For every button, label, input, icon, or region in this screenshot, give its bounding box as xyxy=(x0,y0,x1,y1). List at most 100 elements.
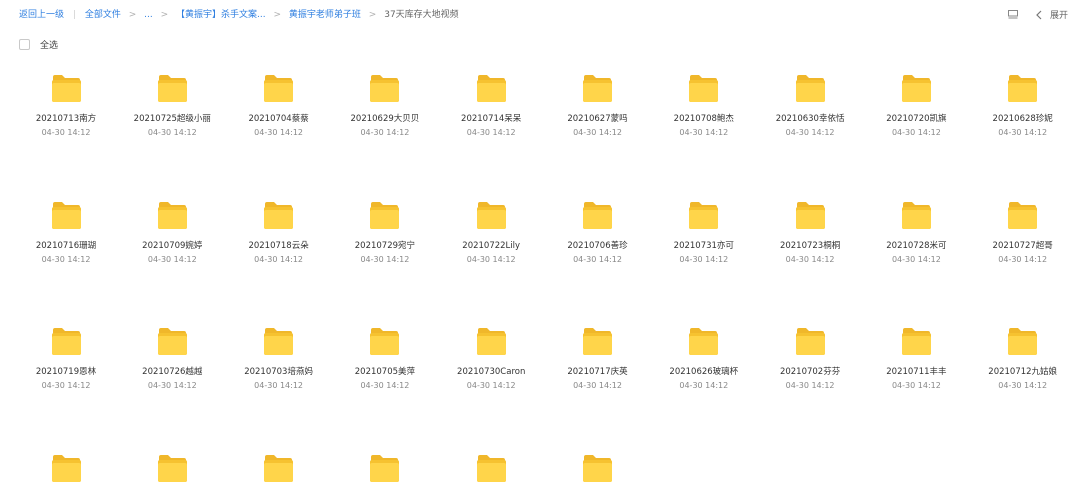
folder-icon xyxy=(157,201,187,229)
folder-icon xyxy=(51,201,81,229)
folder-name: 20210731亦可 xyxy=(673,240,734,251)
folder-name: 20210717庆英 xyxy=(567,367,628,377)
folder-name: 20210722Lily xyxy=(462,240,521,251)
folder-item[interactable]: 20210716珊瑚 04-30 14:12 xyxy=(13,201,119,265)
folder-date: 04-30 14:12 xyxy=(254,254,304,264)
select-all[interactable]: 全选 xyxy=(19,38,58,52)
folder-item[interactable]: 20210714呆呆 04-30 14:12 xyxy=(438,74,544,138)
folder-name: 20210729宛宁 xyxy=(354,240,416,251)
folder-item[interactable]: 20210720凯旗 04-30 14:12 xyxy=(863,74,969,138)
folder-name: 20210725超级小丽 xyxy=(133,114,211,124)
view-mode-icon[interactable] xyxy=(1008,10,1019,19)
folder-date: 04-30 14:12 xyxy=(679,381,729,390)
folder-item[interactable]: 20210727超哥 04-30 14:12 xyxy=(970,201,1076,265)
folder-icon xyxy=(795,328,825,355)
folder-item[interactable]: 20210629大贝贝 04-30 14:12 xyxy=(332,74,438,138)
folder-icon xyxy=(795,75,825,102)
folder-icon xyxy=(370,201,400,229)
folder-icon xyxy=(370,454,400,482)
folder-item[interactable] xyxy=(13,454,119,493)
folder-name: 20210726越越 xyxy=(142,367,203,377)
folder-icon xyxy=(901,201,931,229)
folder-item[interactable]: 20210705美萍 04-30 14:12 xyxy=(332,327,438,391)
folder-item[interactable]: 20210717庆英 04-30 14:12 xyxy=(545,327,651,391)
folder-item[interactable]: 20210730Caron 04-30 14:12 xyxy=(438,327,544,391)
folder-name: 20210703培燕妈 xyxy=(244,367,313,377)
folder-icon xyxy=(51,328,81,355)
folder-item[interactable] xyxy=(226,454,332,493)
breadcrumb-ellipsis[interactable]: ... xyxy=(144,9,153,21)
folder-item[interactable]: 20210703培燕妈 04-30 14:12 xyxy=(226,327,332,391)
folder-name: 20210728米可 xyxy=(886,240,947,251)
folder-icon xyxy=(476,75,506,102)
folder-item[interactable]: 20210731亦可 04-30 14:12 xyxy=(651,201,757,265)
folder-item[interactable] xyxy=(545,454,651,493)
folder-icon xyxy=(370,328,400,355)
folder-item[interactable]: 20210712九姑娘 04-30 14:12 xyxy=(970,327,1076,391)
folder-item[interactable]: 20210702芬芬 04-30 14:12 xyxy=(757,327,863,391)
breadcrumb: 返回上一级 | 全部文件 > ... > 【黄振宇】杀手文案... > 黄振宇老… xyxy=(19,9,459,21)
folder-icon xyxy=(689,328,719,355)
folder-item[interactable]: 20210709婉婷 04-30 14:12 xyxy=(119,201,225,265)
folder-name: 20210706善珍 xyxy=(567,240,628,251)
breadcrumb-class-folder[interactable]: 黄振宇老师弟子班 xyxy=(289,9,361,21)
folder-item[interactable]: 20210711丰丰 04-30 14:12 xyxy=(863,327,969,391)
folder-item[interactable]: 20210708鲍杰 04-30 14:12 xyxy=(651,74,757,138)
folder-date: 04-30 14:12 xyxy=(41,128,91,137)
folder-icon xyxy=(370,75,400,102)
folder-item[interactable]: 20210725超级小丽 04-30 14:12 xyxy=(119,74,225,138)
breadcrumb-course-folder[interactable]: 【黄振宇】杀手文案... xyxy=(176,9,266,21)
breadcrumb-arrow-icon: > xyxy=(160,10,169,20)
expand-button[interactable]: 展开 xyxy=(1050,8,1068,21)
folder-item[interactable]: 20210627蒙吗 04-30 14:12 xyxy=(545,74,651,138)
folder-date: 04-30 14:12 xyxy=(466,254,516,264)
folder-icon xyxy=(901,328,931,355)
folder-name: 20210704蔡蔡 xyxy=(248,114,309,124)
folder-item[interactable]: 20210726越越 04-30 14:12 xyxy=(119,327,225,391)
folder-item[interactable]: 20210728米可 04-30 14:12 xyxy=(863,201,969,265)
back-link[interactable]: 返回上一级 xyxy=(19,9,64,21)
folder-item[interactable]: 20210723桐桐 04-30 14:12 xyxy=(757,201,863,265)
folder-item[interactable]: 20210722Lily 04-30 14:12 xyxy=(438,201,544,265)
folder-item[interactable]: 20210628珍妮 04-30 14:12 xyxy=(970,74,1076,138)
folder-name: 20210709婉婷 xyxy=(142,240,203,251)
folder-icon xyxy=(1008,201,1038,229)
folder-item[interactable] xyxy=(438,454,544,493)
select-all-checkbox[interactable] xyxy=(19,39,30,50)
folder-date: 04-30 14:12 xyxy=(41,381,91,390)
folder-icon xyxy=(583,328,612,355)
separator: | xyxy=(72,10,76,20)
folder-icon xyxy=(583,454,612,482)
folder-icon xyxy=(901,75,931,102)
folder-icon xyxy=(157,454,187,482)
folder-icon xyxy=(689,75,719,102)
breadcrumb-arrow-icon: > xyxy=(128,10,137,20)
folder-date: 04-30 14:12 xyxy=(891,128,941,137)
folder-item[interactable] xyxy=(332,454,438,493)
breadcrumb-all-files[interactable]: 全部文件 xyxy=(85,9,121,21)
folder-item[interactable]: 20210719恩林 04-30 14:12 xyxy=(13,327,119,391)
folder-item[interactable] xyxy=(119,454,225,493)
folder-item[interactable]: 20210626玻璃杯 04-30 14:12 xyxy=(651,327,757,391)
folder-name: 20210720凯旗 xyxy=(886,114,947,124)
folder-icon xyxy=(1008,75,1038,102)
folder-item[interactable]: 20210706善珍 04-30 14:12 xyxy=(545,201,651,265)
folder-name: 20210705美萍 xyxy=(354,367,416,377)
folder-date: 04-30 14:12 xyxy=(466,128,516,137)
folder-date: 04-30 14:12 xyxy=(254,128,304,137)
folder-item[interactable]: 20210729宛宁 04-30 14:12 xyxy=(332,201,438,265)
folder-date: 04-30 14:12 xyxy=(573,254,622,264)
breadcrumb-arrow-icon: > xyxy=(273,10,282,20)
top-bar: 返回上一级 | 全部文件 > ... > 【黄振宇】杀手文案... > 黄振宇老… xyxy=(0,0,1080,30)
folder-name: 20210716珊瑚 xyxy=(35,240,97,251)
folder-item[interactable]: 20210718云朵 04-30 14:12 xyxy=(226,201,332,265)
folder-icon xyxy=(1008,328,1038,355)
folder-name: 20210723桐桐 xyxy=(779,240,841,251)
folder-item[interactable]: 20210713南方 04-30 14:12 xyxy=(13,74,119,138)
folder-item[interactable]: 20210630幸依恬 04-30 14:12 xyxy=(757,74,863,138)
folder-icon xyxy=(264,201,294,229)
toolbar: 展开 xyxy=(1008,8,1068,22)
chevron-left-icon[interactable] xyxy=(1035,10,1043,20)
breadcrumb-arrow-icon: > xyxy=(368,10,377,20)
folder-item[interactable]: 20210704蔡蔡 04-30 14:12 xyxy=(226,74,332,138)
